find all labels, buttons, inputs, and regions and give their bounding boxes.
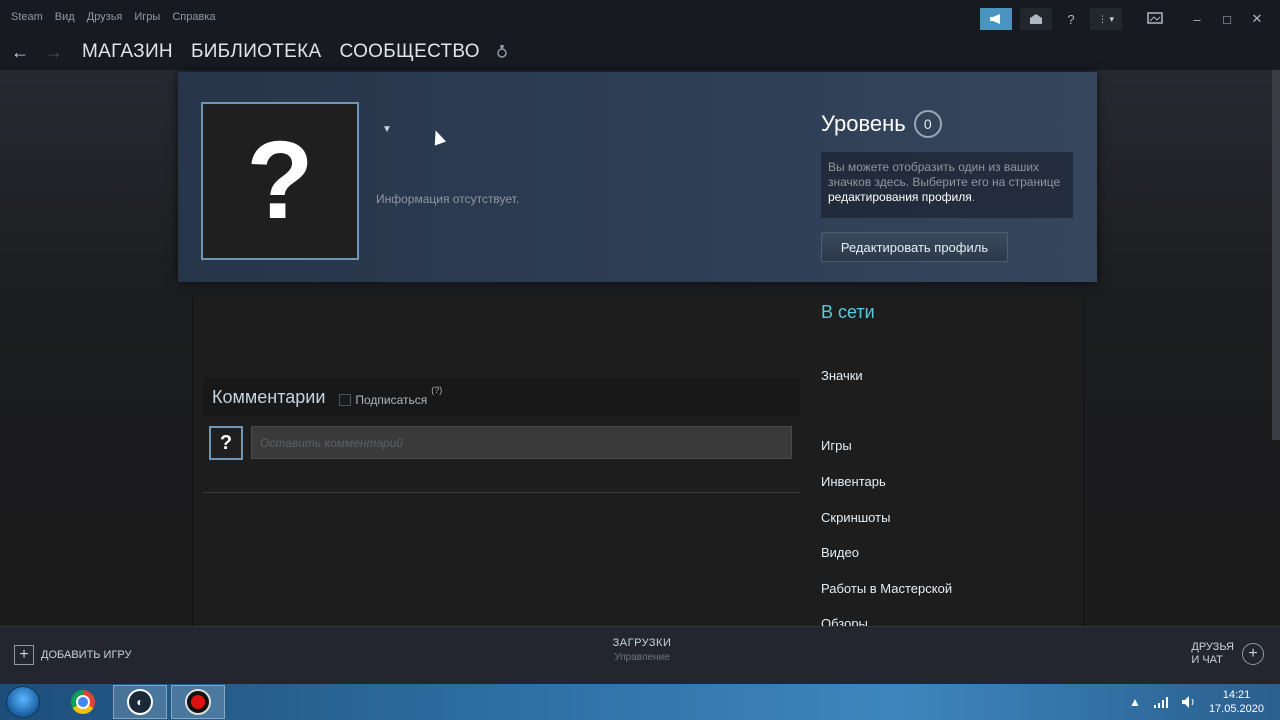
profile-main-panel: Комментарии Подписаться (?) ? В сети Зна…	[192, 298, 1084, 631]
level-label: Уровень	[821, 111, 906, 136]
minimize-button[interactable]: –	[1186, 12, 1208, 27]
badge-hint: Вы можете отобразить один из ваших значк…	[821, 152, 1073, 218]
persona-dropdown-icon[interactable]: ▼	[382, 124, 392, 135]
close-button[interactable]: ✕	[1246, 11, 1268, 27]
chrome-icon	[71, 690, 95, 714]
level-row: Уровень 0	[821, 110, 942, 138]
avatar-placeholder-icon: ?	[246, 119, 314, 242]
help-icon: ?	[1067, 11, 1075, 27]
taskbar-recorder[interactable]	[171, 685, 225, 719]
sidebar-link-workshop[interactable]: Работы в Мастерской	[821, 581, 952, 596]
badge-hint-text: Вы можете отобразить один из ваших значк…	[828, 160, 1061, 189]
steam-navbar: ← → МАГАЗИН БИБЛИОТЕКА СООБЩЕСТВО	[0, 34, 1280, 70]
clock-time: 14:21	[1222, 689, 1251, 701]
profile-header: ? ▼ Информация отсутствует. Уровень 0 Вы…	[178, 72, 1097, 282]
screen-button[interactable]	[1144, 11, 1166, 27]
friends-line2: И ЧАТ	[1191, 654, 1223, 666]
window-controls: ? ⋮ ▾ – □ ✕	[980, 8, 1280, 30]
steam-bottombar: + ДОБАВИТЬ ИГРУ ЗАГРУЗКИ Управление ДРУЗ…	[0, 626, 1280, 684]
avatar: ?	[201, 102, 359, 260]
nav-library[interactable]: БИБЛИОТЕКА	[191, 41, 322, 63]
plus-icon: +	[14, 645, 34, 665]
online-status: В сети	[821, 302, 875, 322]
subscribe-checkbox[interactable]	[339, 394, 352, 406]
account-menu-button[interactable]: ⋮ ▾	[1090, 8, 1122, 30]
badge-hint-end: .	[971, 190, 976, 204]
edit-profile-link[interactable]: редактирования профиля	[828, 190, 972, 204]
sidebar-link-videos[interactable]: Видео	[821, 545, 859, 560]
windows-taskbar: ◐ ▲ 14:21 17.05.2020	[0, 684, 1280, 720]
menu-friends[interactable]: Друзья	[87, 11, 123, 23]
downloads-button[interactable]: ЗАГРУЗКИ Управление	[560, 637, 724, 663]
nav-links: МАГАЗИН БИБЛИОТЕКА СООБЩЕСТВО	[82, 41, 480, 63]
subscribe-help-icon[interactable]: (?)	[431, 385, 442, 395]
taskbar-steam[interactable]: ◐	[113, 685, 167, 719]
menu-help[interactable]: Справка	[172, 11, 215, 23]
menu-games[interactable]: Игры	[134, 11, 160, 23]
add-game-label: ДОБАВИТЬ ИГРУ	[41, 649, 132, 661]
clock-date: 17.05.2020	[1208, 703, 1264, 715]
maximize-button[interactable]: □	[1216, 12, 1238, 27]
volume-icon[interactable]	[1181, 695, 1197, 709]
sidebar-link-games[interactable]: Игры	[821, 438, 852, 453]
mouse-cursor-icon	[429, 128, 447, 146]
sidebar-link-badges[interactable]: Значки	[821, 368, 863, 383]
level-badge: 0	[913, 110, 942, 138]
main-menu: Steam Вид Друзья Игры Справка	[0, 11, 216, 23]
divider	[203, 492, 800, 493]
add-game-button[interactable]: + ДОБАВИТЬ ИГРУ	[14, 645, 132, 665]
friends-chat-button[interactable]: ДРУЗЬЯ И ЧАТ +	[1191, 641, 1264, 667]
taskbar-chrome[interactable]	[56, 685, 110, 719]
record-icon	[185, 689, 211, 715]
help-button[interactable]: ?	[1060, 12, 1082, 27]
downloads-label: ЗАГРУЗКИ	[612, 637, 672, 649]
edit-profile-button[interactable]: Редактировать профиль	[821, 232, 1008, 262]
system-tray: ▲ 14:21 17.05.2020	[1129, 684, 1280, 720]
steam-menubar: Steam Вид Друзья Игры Справка ? ⋮ ▾ – □ …	[0, 0, 1280, 34]
scrollbar[interactable]	[1272, 70, 1280, 440]
profile-page: ? ▼ Информация отсутствует. Уровень 0 Вы…	[0, 70, 1280, 631]
friends-line1: ДРУЗЬЯ	[1191, 641, 1234, 653]
notifications-button[interactable]	[1020, 8, 1052, 30]
back-arrow-icon[interactable]: ←	[6, 42, 34, 63]
profile-indicator-icon[interactable]	[496, 43, 508, 62]
profile-summary: Информация отсутствует.	[376, 192, 520, 206]
comments-header: Комментарии Подписаться (?)	[203, 378, 800, 416]
downloads-sublabel: Управление	[614, 652, 670, 663]
start-button[interactable]	[6, 686, 40, 718]
comment-input[interactable]	[251, 426, 792, 459]
announcements-button[interactable]	[980, 8, 1012, 30]
chevron-down-icon: ⋮ ▾	[1097, 13, 1115, 24]
sidebar-link-inventory[interactable]: Инвентарь	[821, 474, 886, 489]
tray-arrow-icon[interactable]: ▲	[1129, 695, 1141, 709]
comments-title: Комментарии	[212, 386, 326, 407]
sidebar-link-screenshots[interactable]: Скриншоты	[821, 510, 890, 525]
network-icon[interactable]	[1153, 696, 1169, 708]
steam-icon: ◐	[127, 689, 153, 715]
nav-store[interactable]: МАГАЗИН	[82, 41, 173, 63]
forward-arrow-icon[interactable]: →	[40, 42, 68, 63]
commenter-avatar: ?	[209, 426, 243, 460]
megaphone-icon	[990, 14, 1000, 24]
nav-community[interactable]: СООБЩЕСТВО	[339, 41, 479, 63]
envelope-icon	[1030, 14, 1042, 24]
menu-view[interactable]: Вид	[55, 11, 75, 23]
screen-icon	[1147, 11, 1163, 24]
friends-chat-label: ДРУЗЬЯ И ЧАТ	[1191, 641, 1234, 667]
clock[interactable]: 14:21 17.05.2020	[1209, 688, 1264, 716]
subscribe-label[interactable]: Подписаться	[355, 393, 427, 407]
add-friend-icon: +	[1242, 643, 1264, 665]
menu-steam[interactable]: Steam	[11, 11, 43, 23]
